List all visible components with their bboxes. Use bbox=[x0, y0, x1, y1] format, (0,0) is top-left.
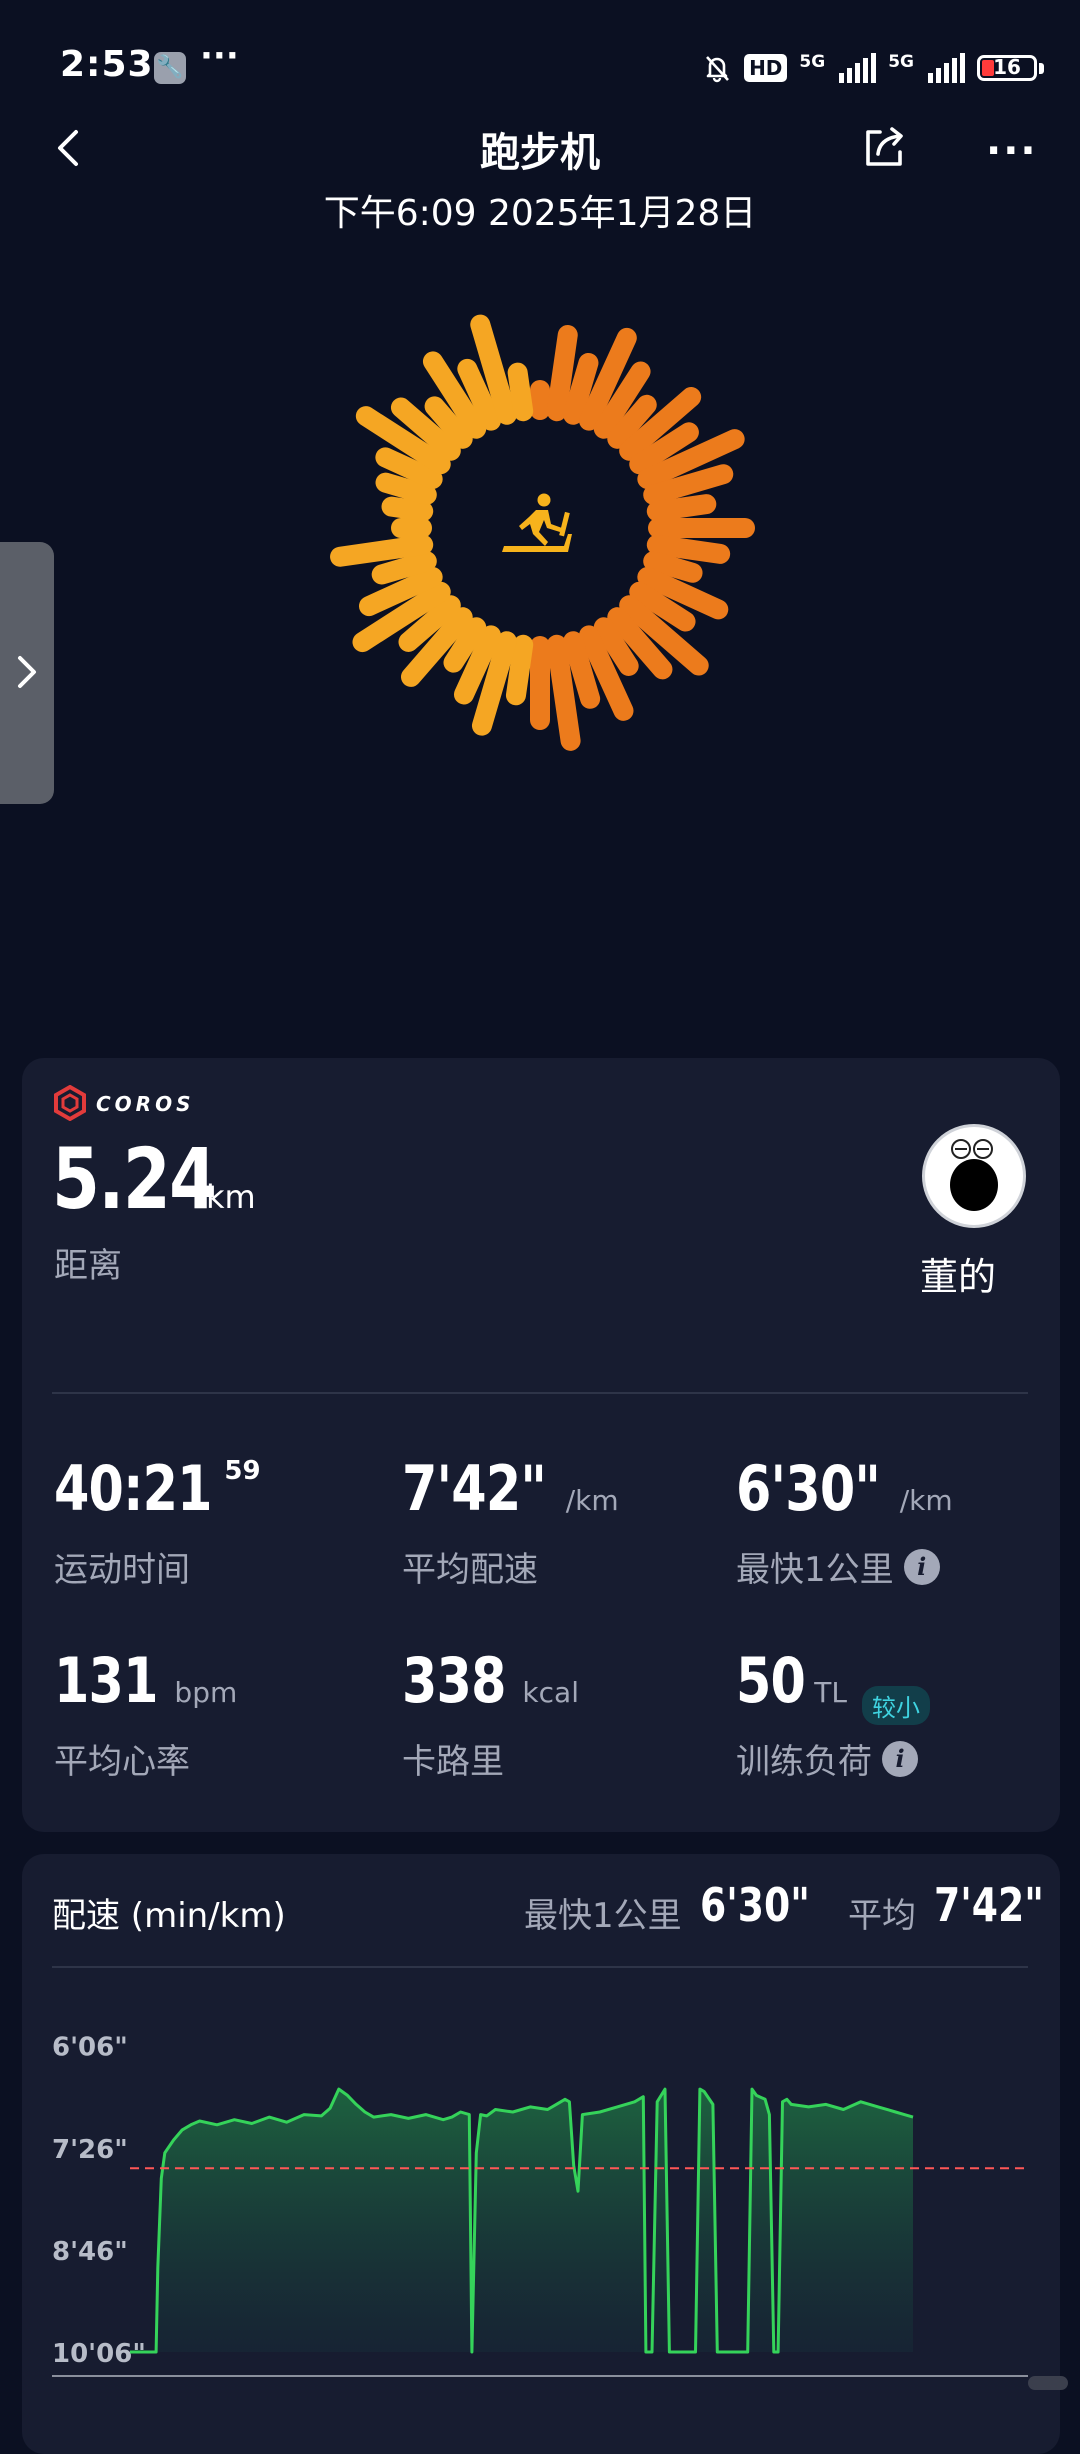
battery-level: 16 bbox=[993, 55, 1021, 79]
ring-bar bbox=[546, 324, 578, 422]
info-icon[interactable]: i bbox=[882, 1740, 918, 1777]
stat-best-km: 6'30" /km bbox=[736, 1452, 953, 1525]
load-value: 50 bbox=[736, 1644, 806, 1717]
share-icon[interactable] bbox=[860, 124, 908, 172]
pace-avg-label: 平均 bbox=[848, 1896, 916, 1936]
ring-bar bbox=[371, 551, 437, 585]
battery-tip bbox=[1039, 62, 1044, 74]
network-5g-2: 5G bbox=[888, 51, 914, 72]
pace-card-title: 配速 (min/km) bbox=[52, 1896, 286, 1936]
pace-best-label: 最快1公里 bbox=[524, 1896, 682, 1936]
page-title: 跑步机 bbox=[480, 130, 600, 176]
distance-unit: km bbox=[206, 1178, 256, 1216]
wrench-icon: 🔧 bbox=[154, 52, 186, 84]
ring-bar bbox=[646, 534, 731, 564]
hr-unit: bpm bbox=[174, 1676, 238, 1709]
more-options-button[interactable]: ··· bbox=[986, 128, 1038, 174]
treadmill-icon bbox=[502, 493, 572, 552]
calories-value: 338 bbox=[402, 1644, 506, 1717]
pace-avg-value: 7'42" bbox=[934, 1878, 1044, 1932]
signal-icon-2 bbox=[928, 53, 965, 83]
ring-bar bbox=[505, 634, 534, 706]
owner-name[interactable]: 董的 bbox=[920, 1246, 996, 1301]
y-tick-label: 10'06" bbox=[52, 2339, 146, 2369]
y-tick-label: 6'06" bbox=[52, 2033, 128, 2063]
network-5g-1: 5G bbox=[799, 51, 826, 72]
sidebar-toggle[interactable] bbox=[0, 542, 54, 804]
status-more-icon: ··· bbox=[200, 36, 239, 76]
duration-label-text: 运动时间 bbox=[54, 1550, 190, 1590]
stat-avg-pace: 7'42" /km bbox=[402, 1452, 619, 1525]
calories-label-text: 卡路里 bbox=[402, 1742, 504, 1782]
distance-value: 5.24 bbox=[52, 1130, 217, 1228]
pace-area bbox=[130, 2089, 913, 2352]
status-bar: 2:53 🔧 ··· HD 5G 5G 16 bbox=[0, 0, 1080, 130]
ring-bar bbox=[643, 551, 703, 583]
brand-name: COROS bbox=[96, 1092, 195, 1116]
y-tick-label: 8'46" bbox=[52, 2237, 128, 2267]
avg-pace-unit: /km bbox=[565, 1484, 619, 1517]
divider bbox=[52, 1966, 1028, 1968]
duration-hundredths: 59 bbox=[224, 1456, 261, 1486]
best-km-unit: /km bbox=[899, 1484, 953, 1517]
calories-unit: kcal bbox=[522, 1676, 579, 1709]
best-km-label: 最快1公里 i bbox=[736, 1542, 940, 1591]
ring-bar bbox=[546, 634, 581, 751]
activity-ring bbox=[330, 314, 755, 751]
distance-label: 距离 bbox=[54, 1246, 122, 1286]
duration-label: 运动时间 bbox=[54, 1542, 190, 1591]
stat-training-load: 50 TL bbox=[736, 1644, 847, 1717]
stat-duration: 40:21 59 bbox=[54, 1452, 261, 1525]
avg-pace-value: 7'42" bbox=[402, 1452, 547, 1525]
coros-logo-icon bbox=[54, 1085, 86, 1121]
load-unit: TL bbox=[814, 1676, 847, 1709]
stat-calories: 338 kcal bbox=[402, 1644, 579, 1717]
stat-heart-rate: 131 bpm bbox=[54, 1644, 237, 1717]
system-handle bbox=[1028, 2376, 1068, 2390]
ring-bar bbox=[330, 534, 434, 567]
avg-pace-label-text: 平均配速 bbox=[402, 1550, 538, 1590]
load-level-badge: 较小 bbox=[862, 1686, 930, 1725]
load-label-text: 训练负荷 bbox=[736, 1742, 872, 1782]
status-icons: HD 5G 5G 16 bbox=[702, 48, 1044, 88]
pace-best-value: 6'30" bbox=[700, 1878, 810, 1932]
avatar[interactable] bbox=[922, 1124, 1026, 1228]
status-time: 2:53 bbox=[60, 44, 154, 85]
chevron-right-icon bbox=[18, 656, 36, 688]
duration-value: 40:21 bbox=[54, 1452, 213, 1525]
best-km-value: 6'30" bbox=[736, 1452, 881, 1525]
battery-icon: 16 bbox=[977, 55, 1037, 81]
ring-bar bbox=[381, 496, 434, 522]
hd-badge: HD bbox=[744, 54, 788, 82]
y-tick-label: 7'26" bbox=[52, 2135, 128, 2165]
ring-bars bbox=[330, 314, 755, 751]
hr-label: 平均心率 bbox=[54, 1734, 190, 1783]
best-km-label-text: 最快1公里 bbox=[736, 1550, 894, 1590]
pace-chart: 6'06" 7'26" 8'46" 10'06" bbox=[52, 2033, 1028, 2377]
avatar-face-icon bbox=[950, 1139, 998, 1211]
ring-bar bbox=[507, 362, 534, 422]
load-label: 训练负荷 i bbox=[736, 1734, 918, 1783]
avg-pace-label: 平均配速 bbox=[402, 1542, 538, 1591]
hr-value: 131 bbox=[54, 1644, 158, 1717]
activity-datetime: 下午6:09 2025年1月28日 bbox=[323, 193, 757, 234]
calories-label: 卡路里 bbox=[402, 1734, 504, 1783]
hr-label-text: 平均心率 bbox=[54, 1742, 190, 1782]
ring-bar bbox=[646, 494, 717, 522]
signal-icon-1 bbox=[839, 53, 877, 83]
divider bbox=[52, 1392, 1028, 1394]
info-icon[interactable]: i bbox=[903, 1548, 940, 1585]
bell-mute-icon bbox=[706, 56, 730, 83]
